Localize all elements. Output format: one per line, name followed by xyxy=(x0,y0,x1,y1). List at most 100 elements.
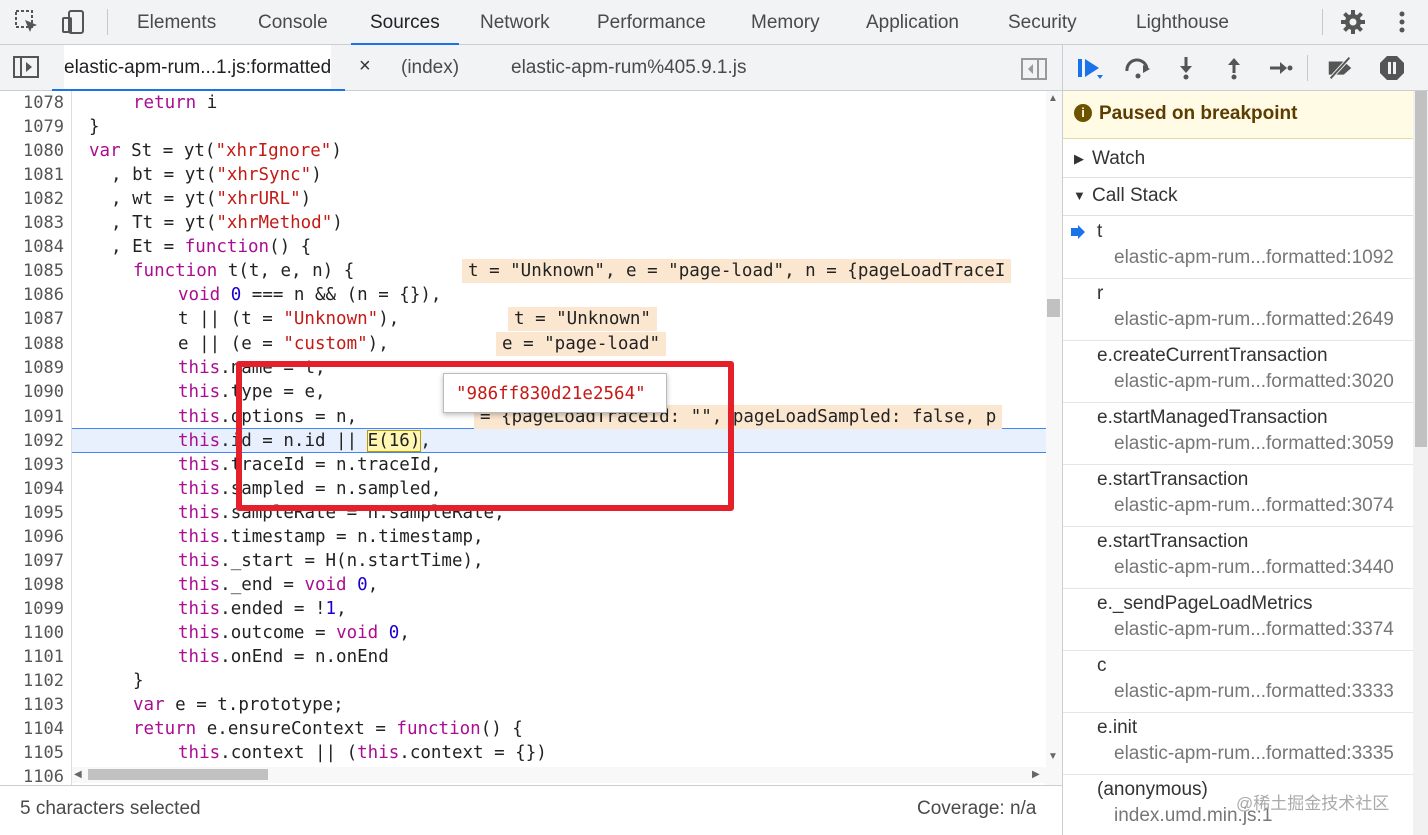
frame-location[interactable]: elastic-apm-rum...formatted:3074 xyxy=(1114,495,1394,517)
call-frame[interactable]: e._sendPageLoadMetrics elastic-apm-rum...… xyxy=(1063,589,1413,651)
call-frame[interactable]: e.startTransaction elastic-apm-rum...form… xyxy=(1063,465,1413,527)
frame-location[interactable]: elastic-apm-rum...formatted:3335 xyxy=(1114,743,1394,765)
code-line[interactable]: } xyxy=(89,115,100,139)
code-line[interactable]: return i xyxy=(133,91,217,115)
line-number[interactable]: 1080 xyxy=(0,139,64,163)
file-tab-index[interactable]: (index) xyxy=(401,45,459,90)
code-line[interactable]: return e.ensureContext = function() { xyxy=(133,717,523,741)
call-frame[interactable]: e.startTransaction elastic-apm-rum...form… xyxy=(1063,527,1413,589)
toggle-debugger-sidebar-icon[interactable] xyxy=(1020,57,1048,86)
line-number[interactable]: 1103 xyxy=(0,693,64,717)
tab-network[interactable]: Network xyxy=(480,0,550,44)
line-number[interactable]: 1106 xyxy=(0,765,64,785)
scrollbar-thumb[interactable] xyxy=(88,769,268,780)
call-frame[interactable]: e.init elastic-apm-rum...formatted:3335 xyxy=(1063,713,1413,775)
frame-location[interactable]: elastic-apm-rum...formatted:3333 xyxy=(1114,681,1394,703)
scrollbar-thumb[interactable] xyxy=(1415,91,1427,447)
tab-elements[interactable]: Elements xyxy=(137,0,216,44)
line-number[interactable]: 1094 xyxy=(0,477,64,501)
line-number[interactable]: 1104 xyxy=(0,717,64,741)
line-number[interactable]: 1088 xyxy=(0,332,64,356)
tab-lighthouse[interactable]: Lighthouse xyxy=(1136,0,1229,44)
call-frame[interactable]: r elastic-apm-rum...formatted:2649 xyxy=(1063,279,1413,341)
frame-location[interactable]: elastic-apm-rum...formatted:2649 xyxy=(1114,309,1394,331)
code-line[interactable]: , bt = yt("xhrSync") xyxy=(111,163,322,187)
line-number[interactable]: 1091 xyxy=(0,405,64,429)
line-number[interactable]: 1078 xyxy=(0,91,64,115)
tab-console[interactable]: Console xyxy=(258,0,328,44)
frame-location[interactable]: elastic-apm-rum...formatted:3020 xyxy=(1114,371,1394,393)
frame-location[interactable]: elastic-apm-rum...formatted:3440 xyxy=(1114,557,1394,579)
more-options-icon[interactable] xyxy=(1388,8,1416,36)
code-line[interactable]: this.timestamp = n.timestamp, xyxy=(178,525,484,549)
call-frame[interactable]: t elastic-apm-rum...formatted:1092 xyxy=(1063,217,1413,279)
code-line[interactable]: var e = t.prototype; xyxy=(133,693,344,717)
line-number[interactable]: 1085 xyxy=(0,259,64,283)
code-line[interactable]: function t(t, e, n) { xyxy=(133,259,354,283)
toggle-navigator-icon[interactable] xyxy=(12,54,40,85)
deactivate-breakpoints-icon[interactable] xyxy=(1325,54,1355,82)
code-line[interactable]: t || (t = "Unknown"), xyxy=(178,307,399,331)
code-line[interactable]: this._start = H(n.startTime), xyxy=(178,549,484,573)
device-toolbar-icon[interactable] xyxy=(59,8,87,36)
frame-location[interactable]: elastic-apm-rum...formatted:3374 xyxy=(1114,619,1394,641)
line-number[interactable]: 1098 xyxy=(0,573,64,597)
tab-memory[interactable]: Memory xyxy=(751,0,820,44)
code-line[interactable]: } xyxy=(133,669,144,693)
code-line[interactable]: , wt = yt("xhrURL") xyxy=(111,187,311,211)
line-number[interactable]: 1096 xyxy=(0,525,64,549)
editor-vertical-scrollbar[interactable]: ▲ ▼ xyxy=(1046,91,1062,785)
line-number[interactable]: 1105 xyxy=(0,741,64,765)
line-number[interactable]: 1083 xyxy=(0,211,64,235)
close-tab-icon[interactable]: × xyxy=(359,55,371,78)
callstack-section-header[interactable]: ▼ Call Stack xyxy=(1063,178,1413,216)
call-frame[interactable]: c elastic-apm-rum...formatted:3333 xyxy=(1063,651,1413,713)
editor-horizontal-scrollbar[interactable]: ◀ ▶ xyxy=(72,767,1046,783)
code-line[interactable]: e || (e = "custom"), xyxy=(178,332,389,356)
watch-section-header[interactable]: ▶ Watch xyxy=(1063,141,1413,178)
file-tab-formatted[interactable]: elastic-apm-rum...1.js:formatted xyxy=(51,45,346,91)
code-line[interactable]: this.context || (this.context = {}) xyxy=(178,741,547,765)
line-number[interactable]: 1093 xyxy=(0,453,64,477)
line-number[interactable]: 1082 xyxy=(0,187,64,211)
frame-location[interactable]: elastic-apm-rum...formatted:3059 xyxy=(1114,433,1394,455)
line-number[interactable]: 1084 xyxy=(0,235,64,259)
code-line[interactable]: void 0 === n && (n = {}), xyxy=(178,283,441,307)
line-number[interactable]: 1087 xyxy=(0,307,64,331)
line-number[interactable]: 1089 xyxy=(0,356,64,380)
code-line[interactable]: this.outcome = void 0, xyxy=(178,621,410,645)
step-icon[interactable] xyxy=(1265,54,1295,82)
line-number[interactable]: 1102 xyxy=(0,669,64,693)
call-frame[interactable]: e.startManagedTransaction elastic-apm-rum… xyxy=(1063,403,1413,465)
coverage-status[interactable]: Coverage: n/a xyxy=(917,798,1036,820)
scroll-up-arrow-icon[interactable]: ▲ xyxy=(1048,93,1058,104)
code-editor[interactable]: 1078 1079 1080 1081 1082 1083 1084 1085 … xyxy=(0,91,1062,785)
line-number[interactable]: 1101 xyxy=(0,645,64,669)
tab-application[interactable]: Application xyxy=(866,0,959,44)
scroll-down-arrow-icon[interactable]: ▼ xyxy=(1048,751,1058,762)
line-number[interactable]: 1090 xyxy=(0,380,64,404)
scrollbar-thumb[interactable] xyxy=(1047,299,1060,317)
frame-location[interactable]: elastic-apm-rum...formatted:1092 xyxy=(1114,247,1394,269)
line-number[interactable]: 1079 xyxy=(0,115,64,139)
tab-security[interactable]: Security xyxy=(1008,0,1077,44)
inspect-element-icon[interactable] xyxy=(13,8,41,36)
step-out-icon[interactable] xyxy=(1219,54,1249,82)
line-number[interactable]: 1092 xyxy=(0,429,64,453)
resume-icon[interactable] xyxy=(1075,54,1105,82)
code-line[interactable]: this._end = void 0, xyxy=(178,573,378,597)
tab-performance[interactable]: Performance xyxy=(597,0,706,44)
call-frame[interactable]: e.createCurrentTransaction elastic-apm-ru… xyxy=(1063,341,1413,403)
line-number[interactable]: 1095 xyxy=(0,501,64,525)
line-number[interactable]: 1081 xyxy=(0,163,64,187)
sidebar-scrollbar[interactable] xyxy=(1413,91,1428,835)
code-line[interactable]: var St = yt("xhrIgnore") xyxy=(89,139,342,163)
line-number[interactable]: 1099 xyxy=(0,597,64,621)
pause-on-exceptions-icon[interactable] xyxy=(1377,54,1407,82)
tab-sources[interactable]: Sources xyxy=(351,0,459,45)
code-line[interactable]: , Tt = yt("xhrMethod") xyxy=(111,211,343,235)
settings-gear-icon[interactable] xyxy=(1339,8,1367,36)
file-tab-elastic-apm-rum[interactable]: elastic-apm-rum%405.9.1.js xyxy=(511,45,746,90)
line-number[interactable]: 1097 xyxy=(0,549,64,573)
scroll-right-arrow-icon[interactable]: ▶ xyxy=(1032,769,1040,780)
